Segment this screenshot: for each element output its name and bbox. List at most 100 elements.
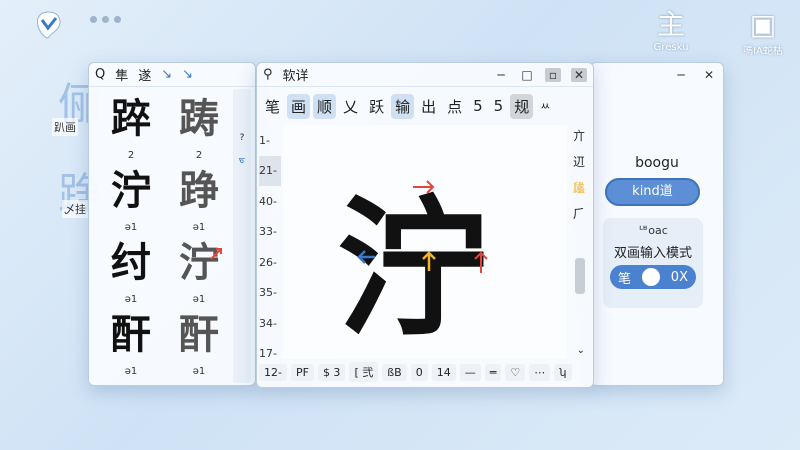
line-number[interactable]: 21- (259, 155, 281, 186)
line-number[interactable]: 34- (259, 308, 281, 339)
writing-canvas[interactable]: 泞 (283, 125, 567, 359)
handwriting-titlebar: ⚲ 软详 ─ □ ▫ ✕ (257, 63, 593, 87)
toolbar-item[interactable]: 笔 (261, 94, 284, 119)
home-icon: 主 (656, 8, 685, 41)
arrow-right-icon (413, 180, 435, 194)
candidate-cell[interactable]: 泞 ə1 (97, 167, 165, 233)
panel-title: boogu (635, 155, 679, 171)
candidate-cell[interactable]: 酐 ə1 (165, 311, 233, 377)
toolbar-item[interactable]: 跃 (365, 94, 388, 119)
line-number[interactable]: 35- (259, 278, 281, 309)
desktop-icon-label: Gresku (653, 42, 689, 53)
stroke-marker-icon (210, 248, 222, 260)
side-marker[interactable]: ᠳ (233, 149, 251, 165)
candidate-window: Q 隼 遂 ↘ ↘ 踤 2 踌 2 泞 ə1 踭 ə1 纣 ə1 泞 ə1 酐 … (88, 62, 256, 386)
scrollbar-thumb[interactable] (575, 258, 585, 294)
desktop-icon-label: 嗎IA蛇枯 (743, 46, 783, 57)
toolbar-item[interactable]: 顺 (313, 93, 337, 119)
toolbar-item[interactable]: 画 (287, 93, 311, 119)
desktop-icon-app[interactable]: ▣ 嗎IA蛇枯 (728, 8, 798, 57)
candidate-cell[interactable]: 踌 2 (165, 95, 233, 161)
bottom-item[interactable]: 14 (431, 363, 456, 381)
line-number[interactable]: 26- (259, 247, 281, 278)
chevron-down-icon[interactable]: ⌄ (577, 345, 585, 356)
toggle-right-label: 0X (670, 269, 688, 285)
input-mode-card: ᄖoac 双画输入模式 笔 0X (603, 218, 703, 308)
search-icon[interactable]: Q (95, 67, 105, 82)
bottom-item[interactable]: PF (290, 363, 314, 381)
candidate-char: 酐 (179, 311, 219, 358)
candidate-cell[interactable]: 纣 ə1 (97, 239, 165, 305)
toolbar-item[interactable]: 点 (443, 94, 466, 119)
app-logo[interactable] (30, 8, 66, 42)
candidate-char: 纣 (111, 239, 151, 286)
candidate-char: 踭 (179, 167, 219, 214)
window-title: 软详 (282, 69, 309, 84)
brush-icon[interactable]: ═ (484, 363, 502, 381)
more-icon[interactable]: ⋯ (529, 363, 551, 381)
line-number[interactable]: 12- (259, 363, 287, 381)
window-dots (90, 16, 121, 23)
dot (114, 16, 121, 23)
line-number[interactable]: 1- (259, 125, 281, 156)
dot (102, 16, 109, 23)
candidate-count: 2 (127, 150, 135, 161)
tool-item[interactable]: ⺁ (569, 201, 589, 227)
candidate-count: 2 (195, 150, 203, 161)
candidate-toolbar: Q 隼 遂 ↘ ↘ (89, 63, 255, 87)
candidate-cell[interactable]: 踤 2 (97, 95, 165, 161)
candidate-cell[interactable]: 踭 ə1 (165, 167, 233, 233)
bottom-item[interactable]: ßB (382, 363, 407, 381)
candidate-count: ə1 (124, 294, 138, 305)
bottom-item[interactable]: $ 3 (317, 363, 346, 381)
toggle-knob (641, 268, 660, 286)
line-number[interactable]: 33- (259, 217, 281, 248)
help-marker[interactable]: ? (233, 133, 251, 143)
line-number-gutter: 1- 21- 40- 33- 26- 35- 34- 17- (259, 125, 281, 369)
stroke-toolbar: 笔 画 顺 乂 跃 输 出 点 5 5 规 ㅆ (261, 91, 589, 121)
toolbar-item[interactable]: 隼 (115, 65, 128, 84)
bottom-item[interactable]: ʮ (554, 363, 572, 381)
minimize-button[interactable]: ─ (493, 68, 509, 82)
heart-icon[interactable]: ♡ (505, 363, 526, 381)
tool-item[interactable]: 䢋 (569, 149, 589, 175)
toggle-left-label: 笔 (618, 271, 632, 287)
candidate-cell[interactable]: 泞 ə1 (165, 239, 233, 305)
arrow-icon[interactable]: ↘ (161, 67, 172, 82)
line-number[interactable]: 40- (259, 186, 281, 217)
close-button[interactable]: ✕ (701, 68, 717, 82)
bottom-item[interactable]: [ 弐 (349, 362, 379, 382)
toolbar-item[interactable]: 出 (417, 94, 440, 119)
tool-item[interactable]: 亣 (569, 123, 589, 149)
toolbar-item[interactable]: 规 (510, 93, 534, 119)
arrow-up-icon (422, 251, 436, 271)
candidate-cell[interactable]: 酐 ə1 (97, 311, 165, 377)
close-button[interactable]: ✕ (571, 67, 587, 82)
mode-subtitle: ᄖoac (638, 224, 668, 237)
toolbar-item[interactable]: 5 (469, 95, 487, 117)
candidate-count: ə1 (192, 222, 206, 233)
toolbar-item[interactable]: 输 (391, 93, 415, 119)
toolbar-item[interactable]: 5 (490, 95, 508, 117)
desktop-icon-home[interactable]: 主 Gresku (636, 8, 706, 53)
candidate-char: 踌 (179, 95, 219, 142)
window-icon: ▣ (749, 8, 777, 41)
arrow-icon[interactable]: ↘ (182, 67, 193, 82)
pin-button[interactable]: ▫ (545, 67, 561, 82)
search-icon[interactable]: ⚲ (263, 67, 273, 82)
candidate-scrollbar[interactable]: ? ᠳ (233, 89, 251, 383)
maximize-button[interactable]: □ (519, 68, 535, 82)
candidate-grid: 踤 2 踌 2 泞 ə1 踭 ə1 纣 ə1 泞 ə1 酐 ə1 酐 ə1 (97, 95, 233, 377)
toolbar-item[interactable]: 乂 (339, 94, 362, 119)
toolbar-item[interactable]: ㅆ (536, 96, 554, 116)
tool-item[interactable]: 㼖 (569, 175, 589, 201)
bottom-item[interactable]: 0 (410, 363, 428, 381)
dash-icon[interactable]: — (459, 363, 481, 381)
toolbar-item[interactable]: 遂 (138, 65, 151, 84)
candidate-char: 泞 (111, 167, 151, 214)
brand-button[interactable]: kind道 (605, 178, 700, 206)
mode-toggle[interactable]: 笔 0X (610, 265, 696, 289)
settings-panel: ─ ✕ boogu kind道 ᄖoac 双画输入模式 笔 0X (590, 62, 724, 386)
minimize-button[interactable]: ─ (673, 68, 689, 82)
candidate-count: ə1 (124, 222, 138, 233)
